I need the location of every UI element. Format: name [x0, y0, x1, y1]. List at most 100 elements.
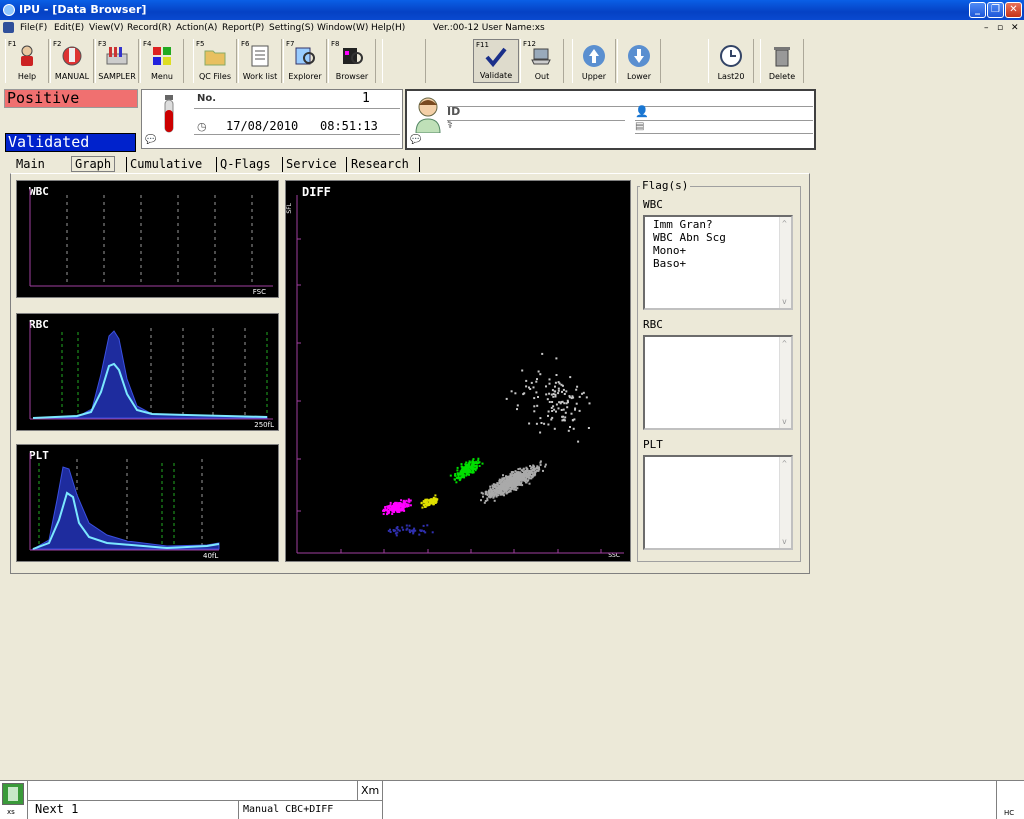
browser-button[interactable]: F8 Browser: [328, 39, 376, 83]
scatter-dot: [511, 487, 514, 490]
scatter-dot: [514, 392, 517, 395]
work-list-button[interactable]: F6 Work list: [238, 39, 282, 83]
browser-icon: [343, 48, 363, 64]
mdi-restore[interactable]: ▫: [997, 20, 1003, 36]
scatter-dot: [480, 499, 482, 502]
bed-icon: ▤: [635, 121, 645, 132]
manual-button[interactable]: F2 MANUAL: [50, 39, 94, 83]
validate-button[interactable]: F11 Validate: [473, 39, 519, 83]
tab-separator: [419, 157, 420, 172]
scatter-dot: [422, 524, 425, 527]
wbc-axis-label: FSC: [252, 288, 266, 296]
tab-q-flags[interactable]: Q-Flags: [220, 155, 271, 173]
tab-cumulative[interactable]: Cumulative: [130, 155, 202, 173]
scatter-dot: [568, 395, 571, 398]
minimize-button[interactable]: _: [969, 2, 986, 18]
scatter-dot: [539, 373, 542, 376]
scatter-dot: [537, 370, 540, 373]
scatter-dot: [571, 395, 574, 398]
menu-edit[interactable]: Edit(E): [54, 20, 84, 36]
scatter-dot: [574, 407, 577, 410]
scatter-dot: [554, 381, 557, 384]
sample-no-label: No.: [197, 93, 217, 104]
scatter-dot: [473, 462, 476, 465]
divider: [447, 106, 813, 107]
scatter-dot: [514, 486, 517, 489]
scatter-dot: [501, 484, 504, 487]
sample-date: 17/08/2010: [226, 119, 299, 133]
scatter-dot: [558, 401, 561, 404]
scatter-dot: [561, 419, 564, 422]
help-button[interactable]: F1 Help: [5, 39, 49, 83]
scatter-dot: [389, 531, 392, 533]
scatter-dot: [564, 411, 567, 414]
scatter-dot: [492, 483, 495, 486]
scatter-dot: [525, 385, 528, 388]
explorer-button[interactable]: F7 Explorer: [283, 39, 327, 83]
scatter-dot: [529, 474, 532, 477]
plt-flags-list[interactable]: [643, 455, 793, 550]
scatter-dot: [503, 477, 506, 480]
tab-graph[interactable]: Graph: [71, 156, 116, 172]
scatter-dot: [521, 369, 524, 372]
scatter-dot: [465, 467, 468, 470]
out-button[interactable]: F12 Out: [520, 39, 564, 83]
close-button[interactable]: ✕: [1005, 2, 1022, 18]
lower-button[interactable]: Lower: [617, 39, 661, 83]
scatter-dot: [557, 389, 560, 392]
menu-window[interactable]: Window(W): [317, 20, 368, 36]
scatter-dot: [426, 504, 429, 507]
trash-icon: [774, 47, 790, 67]
scatter-dot: [533, 405, 536, 408]
menu-record[interactable]: Record(R): [127, 20, 171, 36]
scatter-dot: [486, 493, 489, 496]
sample-time: 08:51:13: [320, 119, 378, 133]
scatter-dot: [457, 476, 460, 478]
menu-button[interactable]: F4 Menu: [140, 39, 184, 83]
last20-button[interactable]: Last20: [708, 39, 754, 83]
restore-button[interactable]: ❐: [987, 2, 1004, 18]
scatter-dot: [477, 459, 480, 462]
mdi-minimize[interactable]: –: [984, 20, 989, 36]
menu-grid-icon: [153, 47, 171, 65]
scatter-dot: [496, 482, 499, 485]
scatter-dot: [530, 381, 533, 384]
tab-research[interactable]: Research: [351, 155, 409, 173]
scrollbar[interactable]: [779, 337, 791, 428]
comment-icon[interactable]: 💬: [145, 135, 156, 145]
rbc-flags-list[interactable]: [643, 335, 793, 430]
scatter-dot: [534, 470, 537, 473]
upper-button[interactable]: Upper: [572, 39, 616, 83]
tab-main[interactable]: Main: [16, 155, 45, 173]
comment-icon[interactable]: 💬: [410, 135, 421, 145]
scatter-dot: [495, 491, 498, 494]
plt-flags-label: PLT: [643, 438, 663, 451]
menu-setting[interactable]: Setting(S): [269, 20, 314, 36]
scatter-dot: [409, 504, 412, 507]
scrollbar[interactable]: [779, 217, 791, 308]
menu-action[interactable]: Action(A): [176, 20, 217, 36]
divider: [382, 781, 383, 819]
menu-report[interactable]: Report(P): [222, 20, 264, 36]
scatter-dot: [482, 495, 484, 498]
scatter-dot: [499, 481, 502, 483]
menu-help[interactable]: Help(H): [371, 20, 405, 36]
scatter-dot: [402, 528, 405, 531]
scatter-dot: [460, 463, 463, 466]
scatter-dot: [522, 467, 525, 470]
scatter-dot: [408, 524, 411, 527]
delete-button[interactable]: Delete: [760, 39, 804, 83]
wbc-flags-list[interactable]: Imm Gran? WBC Abn Scg Mono+ Baso+: [643, 215, 793, 310]
menu-view[interactable]: View(V): [89, 20, 124, 36]
mdi-close[interactable]: ✕: [1011, 20, 1019, 36]
scatter-dot: [552, 395, 555, 398]
scrollbar[interactable]: [779, 457, 791, 548]
sampler-button[interactable]: F3 SAMPLER: [95, 39, 139, 83]
scatter-dot: [431, 531, 434, 534]
tab-service[interactable]: Service: [286, 155, 337, 173]
scatter-dot: [532, 386, 535, 389]
qc-files-button[interactable]: F5 QC Files: [193, 39, 237, 83]
person-icon: 👤: [635, 105, 649, 118]
scatter-dot: [481, 492, 484, 495]
menu-file[interactable]: File(F): [20, 20, 47, 36]
